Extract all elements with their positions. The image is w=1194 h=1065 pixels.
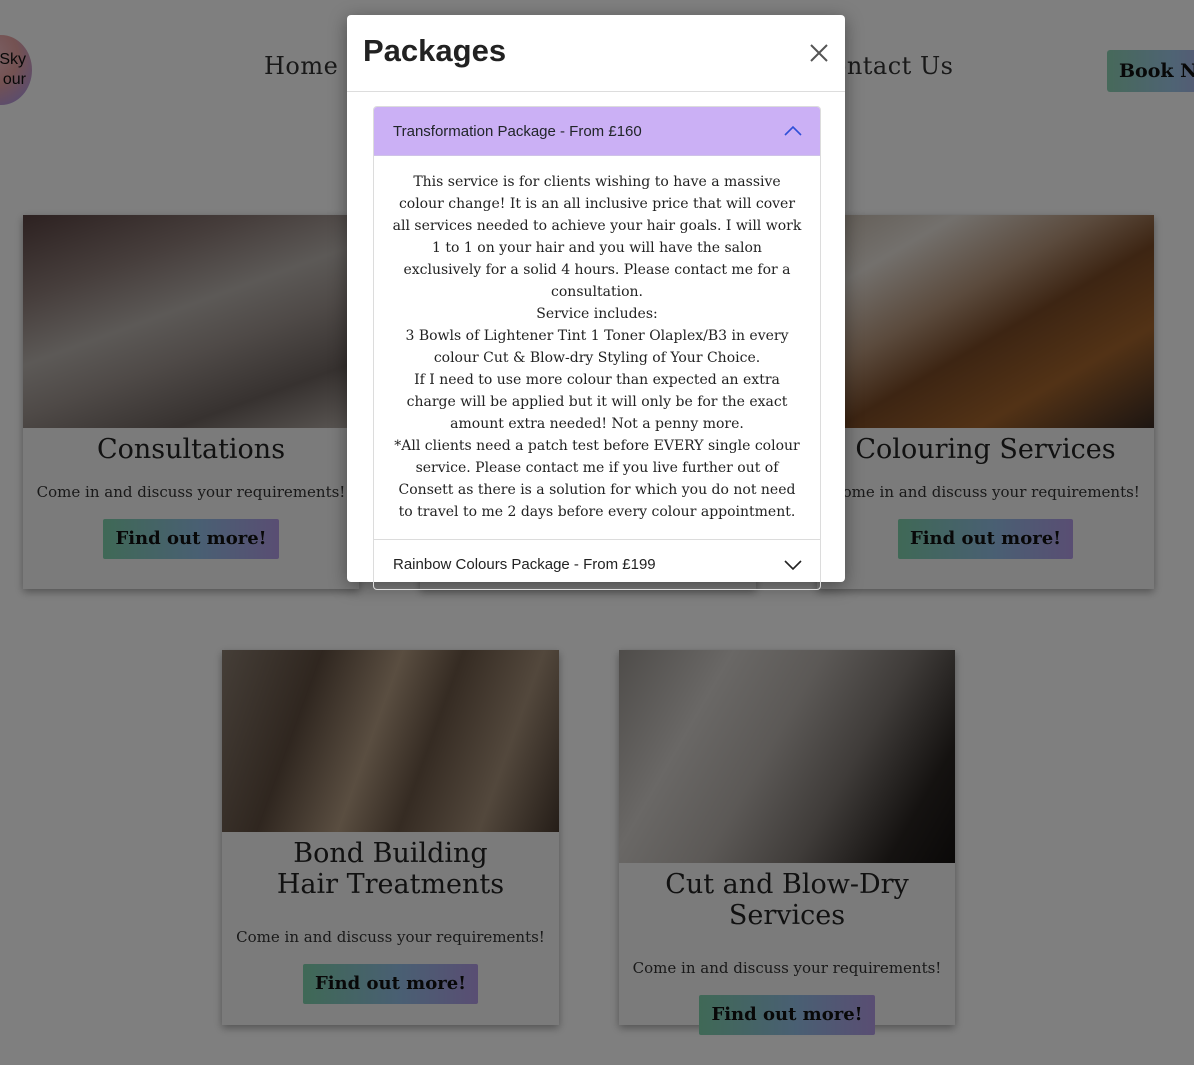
accordion-header-transformation[interactable]: Transformation Package - From £160 bbox=[374, 107, 820, 156]
accordion-header-rainbow[interactable]: Rainbow Colours Package - From £199 bbox=[374, 540, 820, 589]
close-icon bbox=[810, 44, 828, 62]
chevron-down-icon bbox=[784, 559, 802, 570]
package-includes-heading: Service includes: bbox=[536, 306, 658, 322]
modal-title: Packages bbox=[363, 33, 507, 68]
accordion-label: Transformation Package - From £160 bbox=[393, 122, 642, 140]
package-includes-list: 3 Bowls of Lightener Tint 1 Toner Olaple… bbox=[405, 328, 789, 366]
accordion-body-transformation: This service is for clients wishing to h… bbox=[374, 156, 820, 540]
package-patch-test-note: *All clients need a patch test before EV… bbox=[394, 438, 800, 520]
close-button[interactable] bbox=[805, 39, 833, 67]
accordion-label: Rainbow Colours Package - From £199 bbox=[393, 556, 656, 573]
package-extra-charge-note: If I need to use more colour than expect… bbox=[406, 372, 788, 432]
packages-modal: Packages Transformation Package - From £… bbox=[347, 15, 845, 590]
chevron-up-icon bbox=[784, 125, 802, 136]
packages-accordion: Transformation Package - From £160 This … bbox=[373, 106, 821, 590]
modal-header: Packages bbox=[347, 15, 845, 92]
package-description: This service is for clients wishing to h… bbox=[392, 174, 802, 300]
